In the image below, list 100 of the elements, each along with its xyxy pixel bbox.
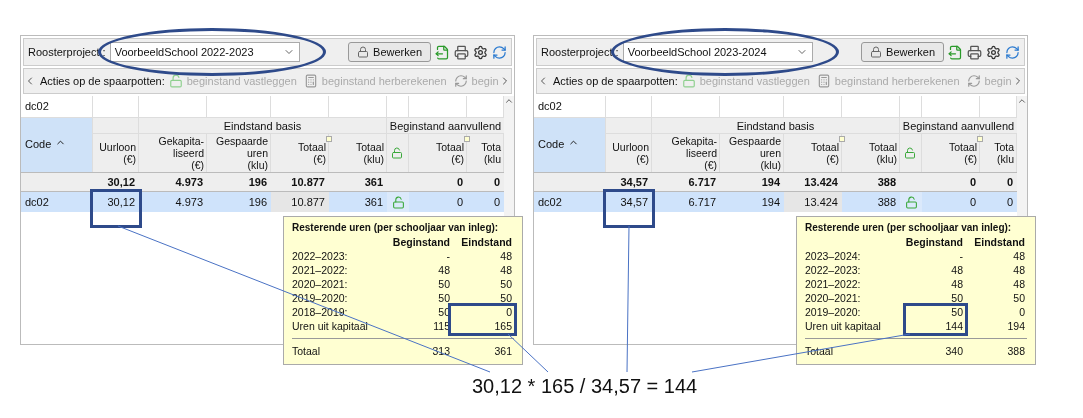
filter-field[interactable] xyxy=(980,96,1017,118)
tooltip-text: 2021–2022: xyxy=(805,277,862,291)
tooltip-total: Totaal xyxy=(292,344,322,358)
filter-field[interactable] xyxy=(207,96,271,118)
refresh-icon[interactable] xyxy=(492,44,507,60)
lock-icon xyxy=(903,147,916,159)
column-header[interactable]: Uurloon (€) xyxy=(612,141,649,165)
highlight-box xyxy=(903,303,968,336)
checkbox-icon xyxy=(326,136,332,142)
column-header[interactable]: Totaal (klu) xyxy=(868,141,897,165)
filter-field[interactable] xyxy=(93,96,139,118)
filter-field[interactable] xyxy=(467,96,504,118)
tooltip-text: 48 xyxy=(499,263,512,277)
table-cell-text: 0 xyxy=(1005,194,1014,210)
total-cell-text: 30,12 xyxy=(106,174,136,190)
total-cell-text: 10.877 xyxy=(290,174,326,190)
table-cell-text: 361 xyxy=(363,194,384,210)
column-header[interactable]: Totaal (klu) xyxy=(355,141,384,165)
filter-field[interactable] xyxy=(784,96,842,118)
tooltip-total: Totaal xyxy=(805,344,835,358)
tooltip-total: 313 xyxy=(431,344,450,358)
tooltip-text: - xyxy=(445,249,450,263)
column-header[interactable]: Totaal (€) xyxy=(435,141,464,165)
calculator-icon xyxy=(303,74,318,88)
filter-field[interactable] xyxy=(922,96,980,118)
table-cell-text: 196 xyxy=(247,194,268,210)
lock-icon[interactable] xyxy=(391,195,405,209)
total-cell-text: 0 xyxy=(455,174,464,190)
tooltip-text: Uren uit kapitaal xyxy=(805,319,882,333)
table-cell-text: 194 xyxy=(760,194,781,210)
total-cell-text: 0 xyxy=(1005,174,1014,190)
export-icon[interactable] xyxy=(435,44,450,60)
filter-field[interactable] xyxy=(271,96,329,118)
tooltip-text: 2021–2022: xyxy=(292,263,349,277)
lock-icon xyxy=(681,74,696,88)
scroll-up-icon[interactable] xyxy=(504,96,514,106)
column-header[interactable]: Tota (klu xyxy=(481,141,501,165)
total-cell-text: 194 xyxy=(760,174,781,190)
settings-icon[interactable] xyxy=(473,44,488,60)
checkbox-icon xyxy=(464,136,470,142)
edit-button[interactable]: Bewerken xyxy=(861,42,944,62)
scroll-up-icon[interactable] xyxy=(1017,96,1027,106)
tooltip-header: Beginstand xyxy=(392,235,450,249)
refresh-icon xyxy=(453,74,468,88)
column-header[interactable]: Gespaarde uren (klu) xyxy=(729,135,781,171)
export-icon[interactable] xyxy=(948,44,963,60)
tooltip-text: 2019–2020: xyxy=(805,305,862,319)
tooltip-total: 340 xyxy=(944,344,963,358)
tooltip-text: 50 xyxy=(950,305,963,319)
tooltip-text: 194 xyxy=(1006,319,1025,333)
column-header[interactable]: Totaal (€) xyxy=(297,141,326,165)
filter-field[interactable] xyxy=(329,96,387,118)
filter-field[interactable] xyxy=(842,96,900,118)
settings-icon[interactable] xyxy=(986,44,1001,60)
filter-field[interactable] xyxy=(409,96,467,118)
project-select[interactable]: VoorbeeldSchool 2022-2023 xyxy=(109,42,300,62)
column-header[interactable]: Uurloon (€) xyxy=(99,141,136,165)
print-icon[interactable] xyxy=(967,44,982,60)
column-header[interactable]: Totaal (€) xyxy=(810,141,839,165)
column-header[interactable]: Code xyxy=(21,118,93,172)
filter-field[interactable] xyxy=(652,96,720,118)
table-cell: 34,57 xyxy=(606,192,652,212)
column-header[interactable]: Code xyxy=(534,118,606,172)
print-icon[interactable] xyxy=(454,44,469,60)
filter-field[interactable] xyxy=(900,96,922,118)
tooltip-text: 2022–2023: xyxy=(805,263,862,277)
column-header[interactable]: Tota (klu xyxy=(994,141,1014,165)
table-cell-text: dc02 xyxy=(24,194,50,210)
highlight-box xyxy=(90,189,142,228)
total-cell-text: 0 xyxy=(968,174,977,190)
column-header[interactable]: Gekapita- liseerd (€) xyxy=(158,135,204,171)
table-cell-text: 0 xyxy=(492,194,501,210)
filter-field[interactable] xyxy=(606,96,652,118)
tooltip-text: 144 xyxy=(905,319,963,333)
tooltip-text: 48 xyxy=(1012,263,1025,277)
column-header[interactable]: Gespaarde uren (klu) xyxy=(216,135,268,171)
tooltip-text: 48 xyxy=(1012,277,1025,291)
tooltip-text: 2022–2023: xyxy=(292,249,349,263)
table-cell: 30,12 xyxy=(93,192,139,212)
tooltip-text: - xyxy=(958,249,963,263)
calculator-icon xyxy=(816,74,831,88)
total-cell-text: 6.717 xyxy=(687,174,717,190)
tooltip-header: Beginstand xyxy=(905,235,963,249)
refresh-icon[interactable] xyxy=(1005,44,1020,60)
filter-field[interactable] xyxy=(139,96,207,118)
total-cell-text: 4.973 xyxy=(174,174,204,190)
tooltip-text: 50 xyxy=(499,291,512,305)
tooltip-text: 0 xyxy=(1018,305,1025,319)
table-cell: 10.877 xyxy=(271,192,329,212)
filter-field[interactable] xyxy=(720,96,784,118)
total-cell-text: 13.424 xyxy=(803,174,839,190)
filter-field[interactable] xyxy=(387,96,409,118)
total-cell-text: 196 xyxy=(247,174,268,190)
tooltip-text: Uren uit kapitaal xyxy=(292,319,369,333)
edit-button[interactable]: Bewerken xyxy=(348,42,431,62)
column-header[interactable]: Gekapita- liseerd (€) xyxy=(671,135,717,171)
checkbox-icon xyxy=(977,136,983,142)
column-header[interactable]: Totaal (€) xyxy=(948,141,977,165)
project-select[interactable]: VoorbeeldSchool 2023-2024 xyxy=(622,42,813,62)
lock-icon[interactable] xyxy=(904,195,918,209)
